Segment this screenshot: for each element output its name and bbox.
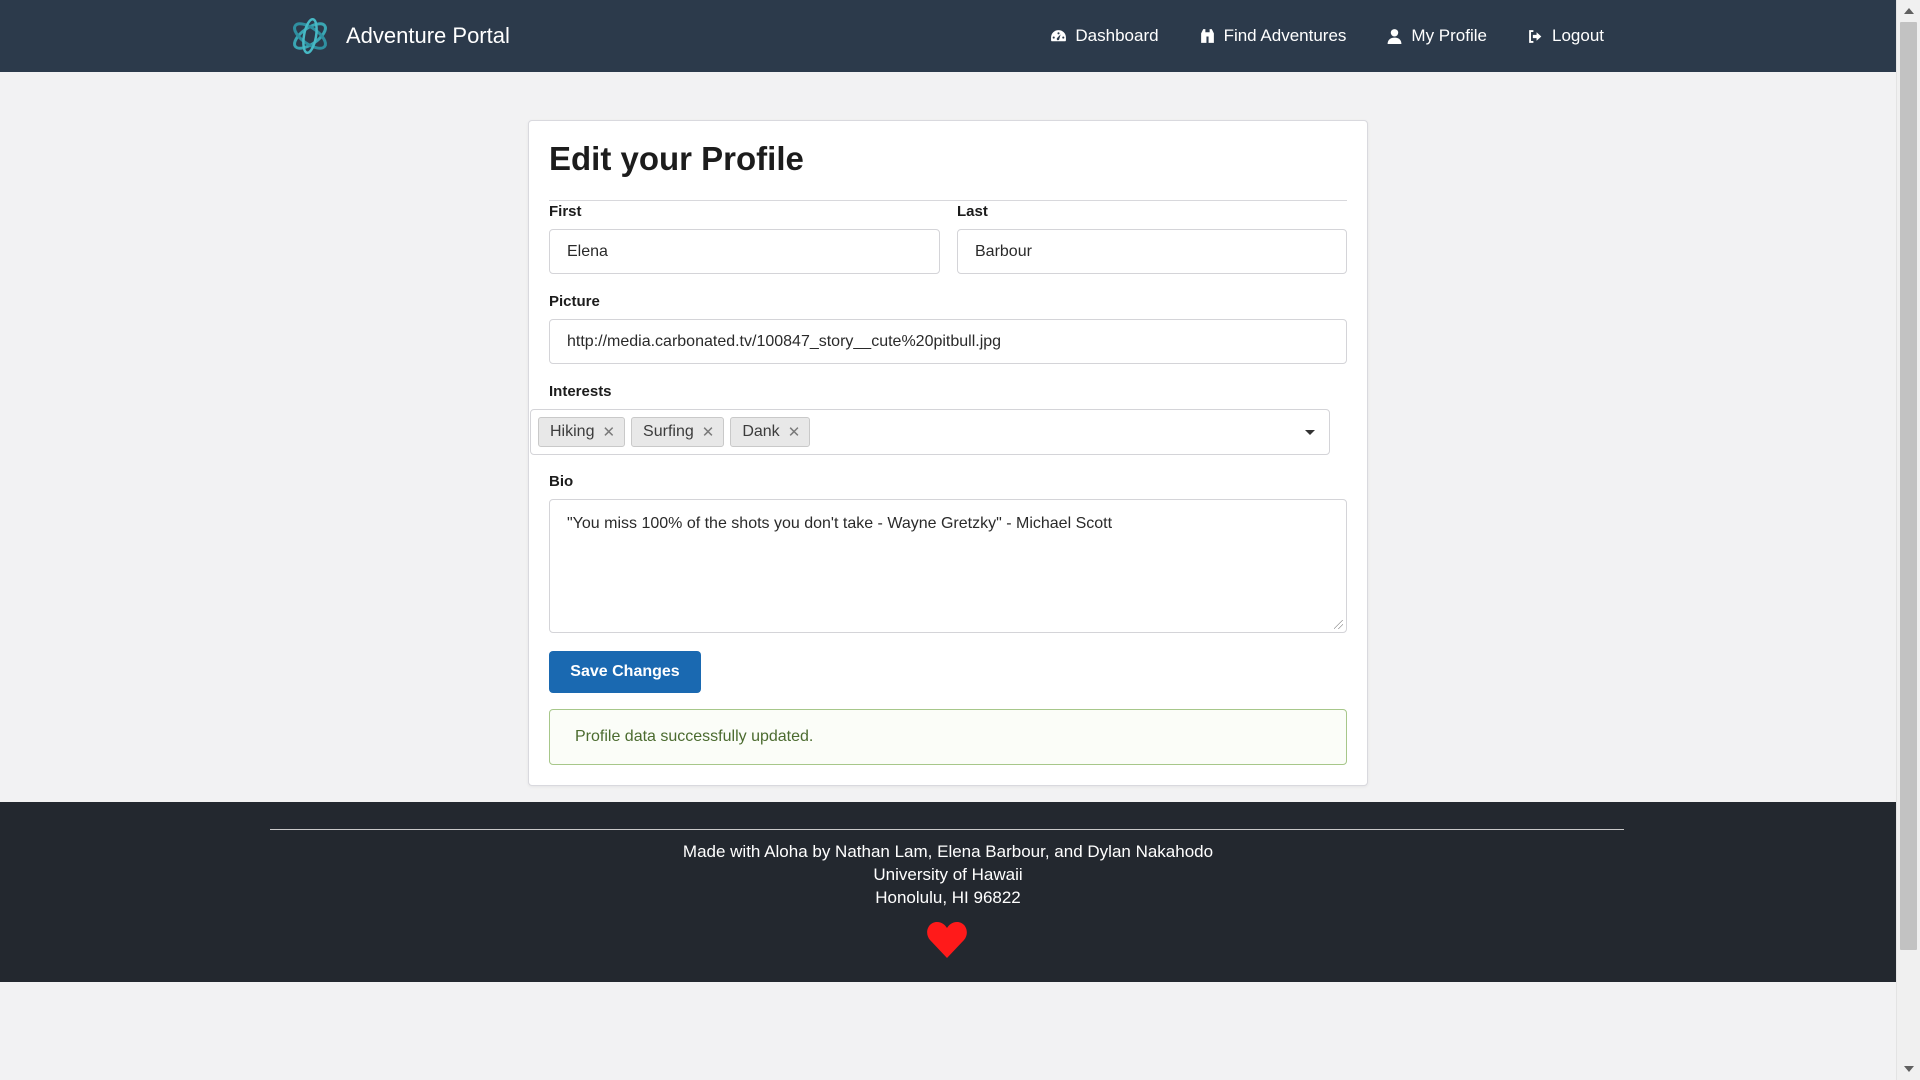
interest-chip-label: Hiking	[550, 423, 595, 440]
interests-multiselect[interactable]: Hiking ✕ Surfing ✕ Dank ✕	[530, 409, 1330, 455]
picture-url-field[interactable]: http://media.carbonated.tv/100847_story_…	[549, 319, 1347, 364]
nav-logout-label: Logout	[1552, 26, 1604, 45]
vertical-scrollbar[interactable]	[1896, 0, 1920, 1080]
interest-chip-label: Surfing	[643, 423, 694, 440]
user-icon	[1388, 28, 1402, 44]
footer-university: University of Hawaii	[873, 865, 1023, 884]
sign-out-icon	[1529, 29, 1542, 43]
picture-label: Picture	[549, 293, 600, 310]
footer-divider	[270, 829, 1624, 830]
remove-chip-icon[interactable]: ✕	[788, 423, 801, 441]
footer-credits: Made with Aloha by Nathan Lam, Elena Bar…	[682, 842, 1214, 861]
nav-my-profile[interactable]: My Profile	[1386, 26, 1487, 46]
atom-logo-icon	[293, 17, 327, 55]
bio-text: "You miss 100% of the shots you don't ta…	[567, 515, 1113, 532]
bio-label: Bio	[549, 473, 574, 490]
first-name-label: First	[549, 203, 582, 220]
first-name-field[interactable]: Elena	[549, 229, 940, 274]
brand-link[interactable]: Adventure Portal	[288, 14, 510, 58]
footer-address: Honolulu, HI 96822	[875, 888, 1021, 907]
nav-menu: Dashboard Find Adventures My Profile Log…	[1050, 0, 1604, 72]
scroll-thumb[interactable]	[1900, 22, 1917, 950]
footer-text: Made with Aloha by Nathan Lam, Elena Bar…	[0, 840, 1896, 909]
dropdown-caret-icon[interactable]	[1305, 430, 1315, 435]
top-navbar: Adventure Portal Dashboard Find Adventur…	[0, 0, 1896, 72]
binoculars-icon	[1200, 28, 1214, 43]
last-name-field[interactable]: Barbour	[957, 229, 1347, 274]
footer: Made with Aloha by Nathan Lam, Elena Bar…	[0, 802, 1896, 982]
heart-icon	[927, 922, 967, 958]
interest-chip: Surfing ✕	[631, 417, 725, 447]
interest-chip: Hiking ✕	[538, 417, 626, 447]
resize-handle-icon[interactable]	[1334, 620, 1343, 629]
nav-my-profile-label: My Profile	[1411, 26, 1487, 45]
page-title: Edit your Profile	[549, 137, 1347, 201]
bio-textarea[interactable]: "You miss 100% of the shots you don't ta…	[549, 499, 1347, 633]
dashboard-icon	[1051, 29, 1067, 41]
nav-dashboard-label: Dashboard	[1075, 26, 1159, 45]
nav-find-adventures-label: Find Adventures	[1223, 26, 1347, 45]
last-name-label: Last	[957, 203, 988, 220]
remove-chip-icon[interactable]: ✕	[702, 423, 715, 441]
arrow-up-icon	[1903, 8, 1914, 14]
interest-chip-label: Dank	[742, 423, 780, 440]
nav-logout[interactable]: Logout	[1527, 26, 1604, 46]
save-changes-button[interactable]: Save Changes	[549, 651, 701, 693]
nav-dashboard[interactable]: Dashboard	[1050, 26, 1159, 46]
arrow-down-icon	[1903, 1066, 1914, 1072]
edit-profile-card: Edit your Profile First Elena Last Barbo…	[528, 120, 1368, 786]
scroll-up-button[interactable]	[1897, 0, 1920, 22]
scroll-down-button[interactable]	[1897, 1058, 1920, 1080]
interest-chip: Dank ✕	[730, 417, 811, 447]
interests-label: Interests	[549, 383, 612, 400]
page: Adventure Portal Dashboard Find Adventur…	[0, 0, 1896, 1080]
nav-find-adventures[interactable]: Find Adventures	[1199, 26, 1347, 46]
success-alert: Profile data successfully updated.	[549, 709, 1347, 765]
remove-chip-icon[interactable]: ✕	[602, 423, 615, 441]
interest-chips: Hiking ✕ Surfing ✕ Dank ✕	[538, 417, 811, 447]
brand-title: Adventure Portal	[346, 23, 510, 48]
